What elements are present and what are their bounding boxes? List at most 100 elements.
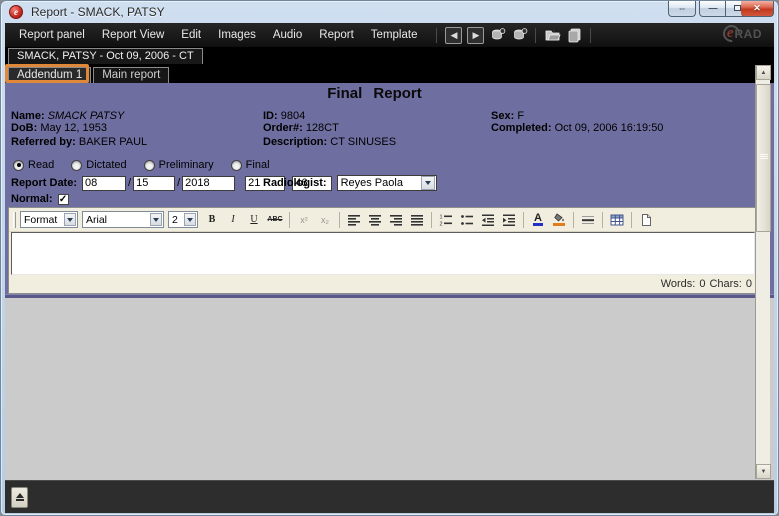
font-color-button[interactable]: A	[528, 210, 548, 229]
new-page-button[interactable]	[636, 210, 656, 229]
radio-final-circle[interactable]	[231, 160, 242, 171]
previous-report-button[interactable]: ◀	[445, 27, 462, 44]
radio-preliminary[interactable]: Preliminary	[144, 159, 214, 171]
toolbar-separator	[523, 212, 524, 228]
open-folder-button[interactable]	[544, 27, 561, 44]
menu-report[interactable]: Report	[319, 29, 354, 41]
completed-value: Oct 09, 2006 16:19:50	[555, 122, 664, 134]
date-day-input[interactable]	[133, 176, 175, 191]
vertical-scrollbar[interactable]: ▲ ▼	[755, 65, 770, 479]
close-button[interactable]: ✕	[741, 1, 774, 17]
check-icon: ✓	[59, 194, 67, 205]
templates-book-button[interactable]	[566, 27, 583, 44]
outdent-button[interactable]	[478, 210, 498, 229]
eject-icon	[16, 493, 24, 498]
justify-icon	[410, 213, 424, 227]
scroll-up-button[interactable]: ▲	[756, 65, 771, 80]
record-audio-button[interactable]	[489, 27, 506, 44]
normal-checkbox[interactable]: ✓	[58, 194, 69, 205]
strikethrough-button[interactable]: ABC	[265, 210, 285, 229]
svg-text:2: 2	[440, 221, 443, 227]
superscript-button[interactable]: x²	[294, 210, 314, 229]
word-count-bar: Words: 0 Chars: 0	[9, 275, 757, 292]
chevron-down-icon[interactable]	[64, 213, 76, 226]
font-size-select[interactable]: 2	[168, 211, 198, 228]
scroll-up-icon: ▲	[761, 70, 767, 76]
italic-button[interactable]: I	[223, 210, 243, 229]
horizontal-rule-button[interactable]	[578, 210, 598, 229]
indent-button[interactable]	[499, 210, 519, 229]
referred-value: BAKER PAUL	[79, 136, 147, 148]
radio-final[interactable]: Final	[231, 159, 270, 171]
insert-table-button[interactable]	[607, 210, 627, 229]
title-bar[interactable]: e Report - SMACK, PATSY ⇔ — ✕	[1, 1, 778, 23]
radio-dictated-circle[interactable]	[71, 160, 82, 171]
minimize-button[interactable]: —	[699, 1, 726, 17]
align-center-button[interactable]	[365, 210, 385, 229]
erad-app-icon: e	[9, 5, 23, 19]
horizontal-rule-icon	[581, 213, 595, 227]
chevron-down-icon[interactable]	[184, 213, 196, 226]
menu-template[interactable]: Template	[371, 29, 418, 41]
tab-addendum-1[interactable]: Addendum 1	[8, 67, 91, 83]
toolbar-separator	[289, 212, 290, 228]
erad-logo: e RAD	[723, 25, 762, 42]
patient-dob-row: DoB: May 12, 1953	[11, 122, 147, 134]
toolbar-separator	[602, 212, 603, 228]
outdent-icon	[481, 213, 495, 227]
bottom-bar	[5, 480, 774, 513]
completed-label: Completed:	[491, 122, 552, 134]
next-report-button[interactable]: ▶	[467, 27, 484, 44]
radio-preliminary-circle[interactable]	[144, 160, 155, 171]
referred-row: Referred by: BAKER PAUL	[11, 136, 147, 148]
id-label: ID:	[263, 110, 278, 122]
insert-table-icon	[610, 213, 624, 227]
sex-label: Sex:	[491, 110, 514, 122]
underline-button[interactable]: U	[244, 210, 264, 229]
report-text-area[interactable]	[11, 232, 755, 275]
radio-read-circle[interactable]	[13, 160, 24, 171]
date-year-input[interactable]	[182, 176, 235, 191]
study-tab[interactable]: SMACK, PATSY - Oct 09, 2006 - CT	[8, 48, 203, 64]
unordered-list-button[interactable]	[457, 210, 477, 229]
format-select[interactable]: Format	[20, 211, 78, 228]
order-value: 128CT	[306, 122, 339, 134]
font-color-a: A	[533, 214, 543, 226]
chevron-down-icon[interactable]	[150, 213, 162, 226]
scrollbar-thumb[interactable]	[756, 84, 771, 232]
menu-audio[interactable]: Audio	[273, 29, 302, 41]
radio-preliminary-label: Preliminary	[159, 159, 214, 171]
words-count: 0	[699, 278, 705, 290]
menu-report-panel[interactable]: Report panel	[19, 29, 85, 41]
stretch-window-button[interactable]: ⇔	[668, 1, 696, 17]
dob-label: DoB:	[11, 122, 37, 134]
menu-edit[interactable]: Edit	[181, 29, 201, 41]
subscript-button[interactable]: x₂	[315, 210, 335, 229]
date-month-input[interactable]	[82, 176, 126, 191]
radio-read[interactable]: Read	[13, 159, 54, 171]
align-left-button[interactable]	[344, 210, 364, 229]
radio-read-label: Read	[28, 159, 54, 171]
radio-dictated[interactable]: Dictated	[71, 159, 126, 171]
justify-button[interactable]	[407, 210, 427, 229]
normal-row: Normal: ✓	[11, 193, 69, 205]
highlight-color-button[interactable]	[549, 210, 569, 229]
patient-name-row: Name: SMACK PATSY	[11, 110, 147, 122]
menu-report-view[interactable]: Report View	[102, 29, 164, 41]
tab-main-report[interactable]: Main report	[93, 67, 169, 83]
menu-images[interactable]: Images	[218, 29, 256, 41]
bold-button[interactable]: B	[202, 210, 222, 229]
scroll-down-button[interactable]: ▼	[756, 464, 771, 479]
ordered-list-button[interactable]: 1 2	[436, 210, 456, 229]
close-icon: ✕	[753, 3, 761, 13]
minimize-icon: —	[709, 3, 717, 13]
font-select[interactable]: Arial	[82, 211, 164, 228]
expand-panel-button[interactable]	[11, 487, 28, 508]
play-audio-button[interactable]	[511, 27, 528, 44]
scrollbar-grip	[760, 154, 768, 160]
font-size-value: 2	[169, 214, 183, 226]
sex-row: Sex: F	[491, 110, 663, 122]
chevron-down-icon[interactable]	[421, 176, 435, 190]
radiologist-select[interactable]: Reyes Paola	[337, 175, 437, 191]
align-right-button[interactable]	[386, 210, 406, 229]
